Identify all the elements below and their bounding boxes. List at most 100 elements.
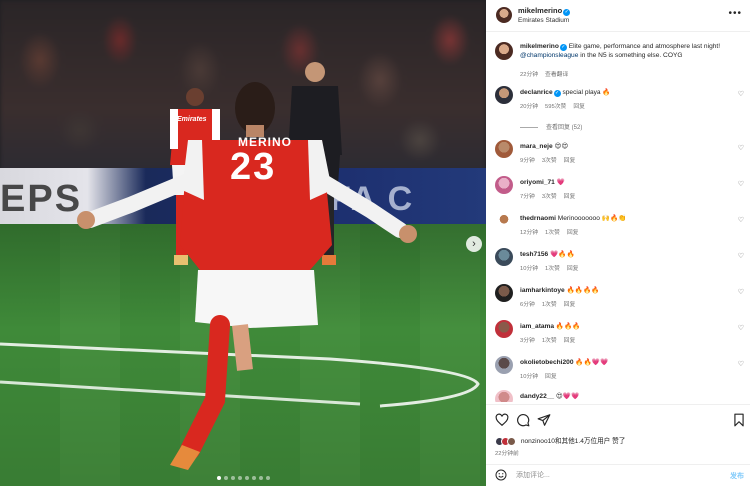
comment-username[interactable]: declanrice [520, 89, 553, 96]
comment-username[interactable]: tesh7156 [520, 251, 548, 258]
verified-badge-icon: ✓ [559, 44, 567, 51]
comment-text: 💗🔥🔥 [548, 251, 575, 258]
location-link[interactable]: Emirates Stadium [518, 17, 569, 24]
caption-time[interactable]: 22分钟 [520, 72, 538, 78]
more-options-icon[interactable]: ••• [728, 8, 742, 19]
avatar[interactable] [495, 176, 513, 194]
reply-button[interactable]: 回复 [564, 338, 576, 344]
comment-username[interactable]: iam_atama [520, 323, 554, 330]
comment-text: 💗 [554, 179, 565, 186]
comments-list[interactable]: mikelmerino ✓ Elite game, performance and… [486, 36, 750, 402]
comment-time: 7分钟 [520, 194, 535, 200]
post-photo[interactable]: EPS FA C MERINO 23 Emirates › [0, 0, 486, 486]
comment-username[interactable]: dandy22__ [520, 393, 554, 400]
caption-text-start: Elite game, performance and atmosphere l… [566, 43, 721, 50]
comment-input[interactable] [516, 468, 706, 483]
like-comment-heart-icon[interactable]: ♡ [738, 90, 744, 98]
post-time: 22分钟前 [495, 451, 519, 457]
comment-likes[interactable]: 1次赞 [542, 338, 557, 344]
avatar[interactable] [495, 320, 513, 338]
caption-username[interactable]: mikelmerino [520, 43, 559, 50]
carousel-dot [251, 476, 256, 480]
shirt-number: 23 [230, 146, 277, 188]
carousel-dot [258, 476, 263, 480]
like-comment-heart-icon[interactable]: ♡ [738, 144, 744, 152]
avatar[interactable] [495, 212, 513, 230]
comment-likes[interactable]: 1次赞 [545, 230, 560, 236]
comment-username[interactable]: oriyomi_71 [520, 179, 555, 186]
comment-time: 10分钟 [520, 374, 539, 380]
avatar[interactable] [495, 284, 513, 302]
reply-button[interactable]: 回复 [573, 104, 585, 110]
avatar[interactable] [495, 356, 513, 374]
mention-link[interactable]: @championsleague [520, 52, 578, 59]
like-comment-heart-icon[interactable]: ♡ [738, 360, 744, 368]
carousel-dot [265, 476, 270, 480]
reply-button[interactable]: 回复 [564, 302, 576, 308]
carousel-dot [230, 476, 235, 480]
comment-bubble-icon[interactable] [516, 413, 530, 427]
comment-likes[interactable]: 3次赞 [542, 158, 557, 164]
carousel-dot [223, 476, 228, 480]
comment-text: 🔥🔥💗💗 [573, 359, 609, 366]
verified-badge-icon: ✓ [563, 9, 571, 16]
comment-likes[interactable]: 3次赞 [542, 194, 557, 200]
comment-time: 10分钟 [520, 266, 539, 272]
reply-button[interactable]: 回复 [567, 230, 579, 236]
likes-summary[interactable]: nonzinoo10和其他1.4万位用户 赞了 [521, 438, 625, 445]
comment-text: special playa 🔥 [560, 89, 611, 96]
avatar[interactable] [495, 248, 513, 266]
avatar[interactable] [496, 7, 512, 23]
comment-text: 🔥🔥🔥 [554, 323, 581, 330]
comment-text: 😍💗💗 [554, 393, 580, 400]
like-comment-heart-icon[interactable]: ♡ [738, 216, 744, 224]
comment-username[interactable]: okolietobechi200 [520, 359, 574, 366]
comment-time: 20分钟 [520, 104, 539, 110]
avatar[interactable] [495, 390, 513, 402]
verified-badge-icon: ✓ [553, 90, 561, 97]
comment-time: 9分钟 [520, 158, 535, 164]
like-comment-heart-icon[interactable]: ♡ [738, 288, 744, 296]
carousel-dot [244, 476, 249, 480]
like-heart-icon[interactable] [495, 413, 509, 427]
comment-text: Merinooooooo 🙌🔥👏 [555, 215, 627, 222]
action-bar: nonzinoo10和其他1.4万位用户 赞了 22分钟前 [486, 404, 750, 464]
like-comment-heart-icon[interactable]: ♡ [738, 324, 744, 332]
comment-username[interactable]: mara_neje [520, 143, 553, 150]
post-comment-button[interactable]: 发布 [730, 471, 744, 481]
comment-username[interactable]: thedrnaomi [520, 215, 556, 222]
background-shirt-sponsor: Emirates [177, 116, 207, 123]
translate-link[interactable]: 查看翻译 [545, 72, 568, 78]
comment-likes[interactable]: 1次赞 [545, 266, 560, 272]
comment-text: 😍😍 [552, 143, 569, 150]
comment-text: 🔥🔥🔥🔥 [564, 287, 600, 294]
share-paper-plane-icon[interactable] [537, 413, 551, 427]
save-bookmark-icon[interactable] [732, 413, 746, 427]
avatar[interactable] [495, 42, 513, 60]
view-replies-button[interactable]: 查看回复 (52) [520, 122, 582, 131]
avatar[interactable] [495, 86, 513, 104]
caption-text-end: in the N5 is something else. COYG [578, 52, 683, 59]
comment-likes[interactable]: 1次赞 [542, 302, 557, 308]
header-username[interactable]: mikelmerino [518, 6, 562, 15]
avatar[interactable] [495, 140, 513, 158]
reply-button[interactable]: 回复 [564, 158, 576, 164]
next-photo-button[interactable]: › [466, 236, 482, 252]
comment-likes[interactable]: 595次赞 [545, 104, 566, 110]
comment-username[interactable]: iamharkintoye [520, 287, 565, 294]
liker-avatar [507, 436, 516, 446]
reply-button[interactable]: 回复 [545, 374, 557, 380]
like-comment-heart-icon[interactable]: ♡ [738, 252, 744, 260]
carousel-indicator [0, 476, 486, 480]
comment-time: 6分钟 [520, 302, 535, 308]
reply-button[interactable]: 回复 [567, 266, 579, 272]
like-comment-heart-icon[interactable]: ♡ [738, 180, 744, 188]
hero-player-merino [77, 82, 417, 470]
emoji-icon[interactable] [495, 469, 507, 481]
carousel-dot [237, 476, 242, 480]
reply-button[interactable]: 回复 [564, 194, 576, 200]
comment-time: 12分钟 [520, 230, 539, 236]
post-header: mikelmerino ✓ Emirates Stadium ••• [486, 0, 750, 32]
carousel-dot [216, 476, 221, 480]
comment-time: 3分钟 [520, 338, 535, 344]
